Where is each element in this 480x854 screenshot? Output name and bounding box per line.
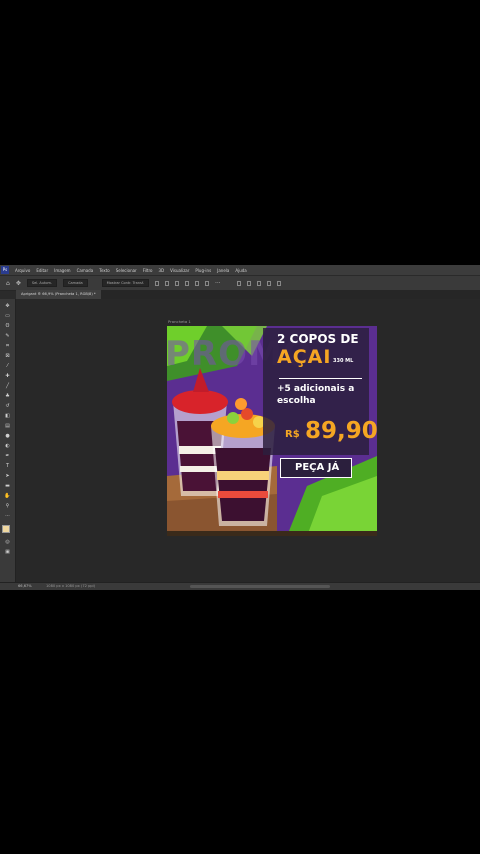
eyedropper-tool-icon[interactable]: ⁄	[4, 363, 11, 369]
blur-tool-icon[interactable]: ●	[4, 433, 11, 439]
menu-filtro[interactable]: Filtro	[143, 268, 153, 273]
auto-select-field[interactable]: Sel. Autom.	[26, 279, 58, 287]
artboard-acai-ad[interactable]: PROMO 2 COPOS DE AÇAI 330 ML +5 adiciona…	[167, 326, 377, 536]
menu-janela[interactable]: Janela	[217, 268, 229, 273]
menu-camada[interactable]: Camada	[77, 268, 94, 273]
quick-mask-icon[interactable]: ◎	[4, 539, 11, 545]
extras-line-1: +5 adicionais a	[277, 384, 355, 394]
artboard-tool-icon[interactable]: ▭	[4, 313, 11, 319]
zoom-tool-icon[interactable]: ⚲	[4, 503, 11, 509]
show-transform-controls-checkbox[interactable]: Mostrar Contr. Transf.	[101, 279, 149, 287]
menu-texto[interactable]: Texto	[99, 268, 110, 273]
move-tool-icon[interactable]: ✥	[4, 303, 11, 309]
quick-selection-tool-icon[interactable]: ✎	[4, 333, 11, 339]
screen-mode-icon[interactable]: ▣	[4, 549, 11, 555]
foreground-color-swatch[interactable]	[2, 525, 10, 533]
menu-editar[interactable]: Editar	[36, 268, 48, 273]
price: 89,90	[305, 418, 377, 444]
headline-line-1: 2 COPOS DE	[277, 332, 359, 346]
status-bar: 66,67% 1080 px x 1080 px (72 ppi)	[0, 582, 480, 590]
headline-line-2: AÇAI	[277, 346, 332, 368]
menu-plugins[interactable]: Plug-ins	[195, 268, 211, 273]
frame-tool-icon[interactable]: ⊠	[4, 353, 11, 359]
menu-imagem[interactable]: Imagem	[54, 268, 70, 273]
photoshop-logo-icon[interactable]: Ps	[1, 266, 9, 274]
options-bar: ⌂ ✥ Sel. Autom. Camada Mostrar Contr. Tr…	[0, 275, 480, 291]
size-label: 330 ML	[333, 358, 354, 364]
menu-3d[interactable]: 3D	[159, 268, 165, 273]
currency-symbol: R$	[285, 429, 300, 440]
more-tools-icon[interactable]: ···	[4, 513, 11, 519]
layer-dropdown[interactable]: Camada	[63, 279, 88, 287]
type-tool-icon[interactable]: T	[4, 463, 11, 469]
shape-tool-icon[interactable]: ▬	[4, 483, 11, 489]
clone-stamp-tool-icon[interactable]: ♣	[4, 393, 11, 399]
tools-panel: ✥ ▭ ʘ ✎ ⌗ ⊠ ⁄ ✚ ╱ ♣ ↺ ◧ ▤ ● ◐ ✒ T ➤ ▬ ✋ …	[0, 299, 16, 582]
hand-tool-icon[interactable]: ✋	[4, 493, 11, 499]
align-left-icon[interactable]	[154, 280, 159, 286]
history-brush-tool-icon[interactable]: ↺	[4, 403, 11, 409]
gradient-tool-icon[interactable]: ▤	[4, 423, 11, 429]
align-middle-icon[interactable]	[194, 280, 199, 286]
lasso-tool-icon[interactable]: ʘ	[4, 323, 11, 329]
brush-tool-icon[interactable]: ╱	[4, 383, 11, 389]
align-right-icon[interactable]	[174, 280, 179, 286]
document-tabs-bar: Aprigant ® 66,9% (Prancheta 1, RGB/8) *	[16, 290, 480, 299]
3d-mode-icon-3[interactable]	[256, 280, 261, 286]
3d-mode-icon-4[interactable]	[266, 280, 271, 286]
menu-arquivo[interactable]: Arquivo	[15, 268, 30, 273]
menu-visualizar[interactable]: Visualizar	[170, 268, 189, 273]
menu-bar: Ps Arquivo Editar Imagem Camada Texto Se…	[0, 265, 480, 275]
path-selection-tool-icon[interactable]: ➤	[4, 473, 11, 479]
artboard-label[interactable]: Prancheta 1	[168, 319, 191, 324]
zoom-level[interactable]: 66,67%	[18, 584, 32, 588]
3d-mode-icon-5[interactable]	[276, 280, 281, 286]
pen-tool-icon[interactable]: ✒	[4, 453, 11, 459]
document-tab[interactable]: Aprigant ® 66,9% (Prancheta 1, RGB/8) *	[16, 290, 101, 299]
align-bottom-icon[interactable]	[204, 280, 209, 286]
document-info[interactable]: 1080 px x 1080 px (72 ppi)	[46, 584, 95, 588]
dodge-tool-icon[interactable]: ◐	[4, 443, 11, 449]
menu-ajuda[interactable]: Ajuda	[235, 268, 246, 273]
extras-line-2: escolha	[277, 396, 316, 406]
3d-mode-icon-2[interactable]	[246, 280, 251, 286]
cta-label: PEÇA JÁ	[295, 462, 340, 473]
crop-tool-icon[interactable]: ⌗	[4, 343, 11, 349]
align-top-icon[interactable]	[184, 280, 189, 286]
3d-mode-icon-1[interactable]	[236, 280, 241, 286]
align-center-icon[interactable]	[164, 280, 169, 286]
horizontal-scrollbar[interactable]	[190, 585, 330, 588]
menu-selecionar[interactable]: Selecionar	[116, 268, 137, 273]
divider-line	[279, 378, 362, 379]
move-tool-icon[interactable]: ✥	[16, 280, 21, 287]
eraser-tool-icon[interactable]: ◧	[4, 413, 11, 419]
healing-brush-tool-icon[interactable]: ✚	[4, 373, 11, 379]
home-icon[interactable]: ⌂	[6, 280, 10, 287]
more-options-icon[interactable]: ···	[215, 280, 221, 287]
